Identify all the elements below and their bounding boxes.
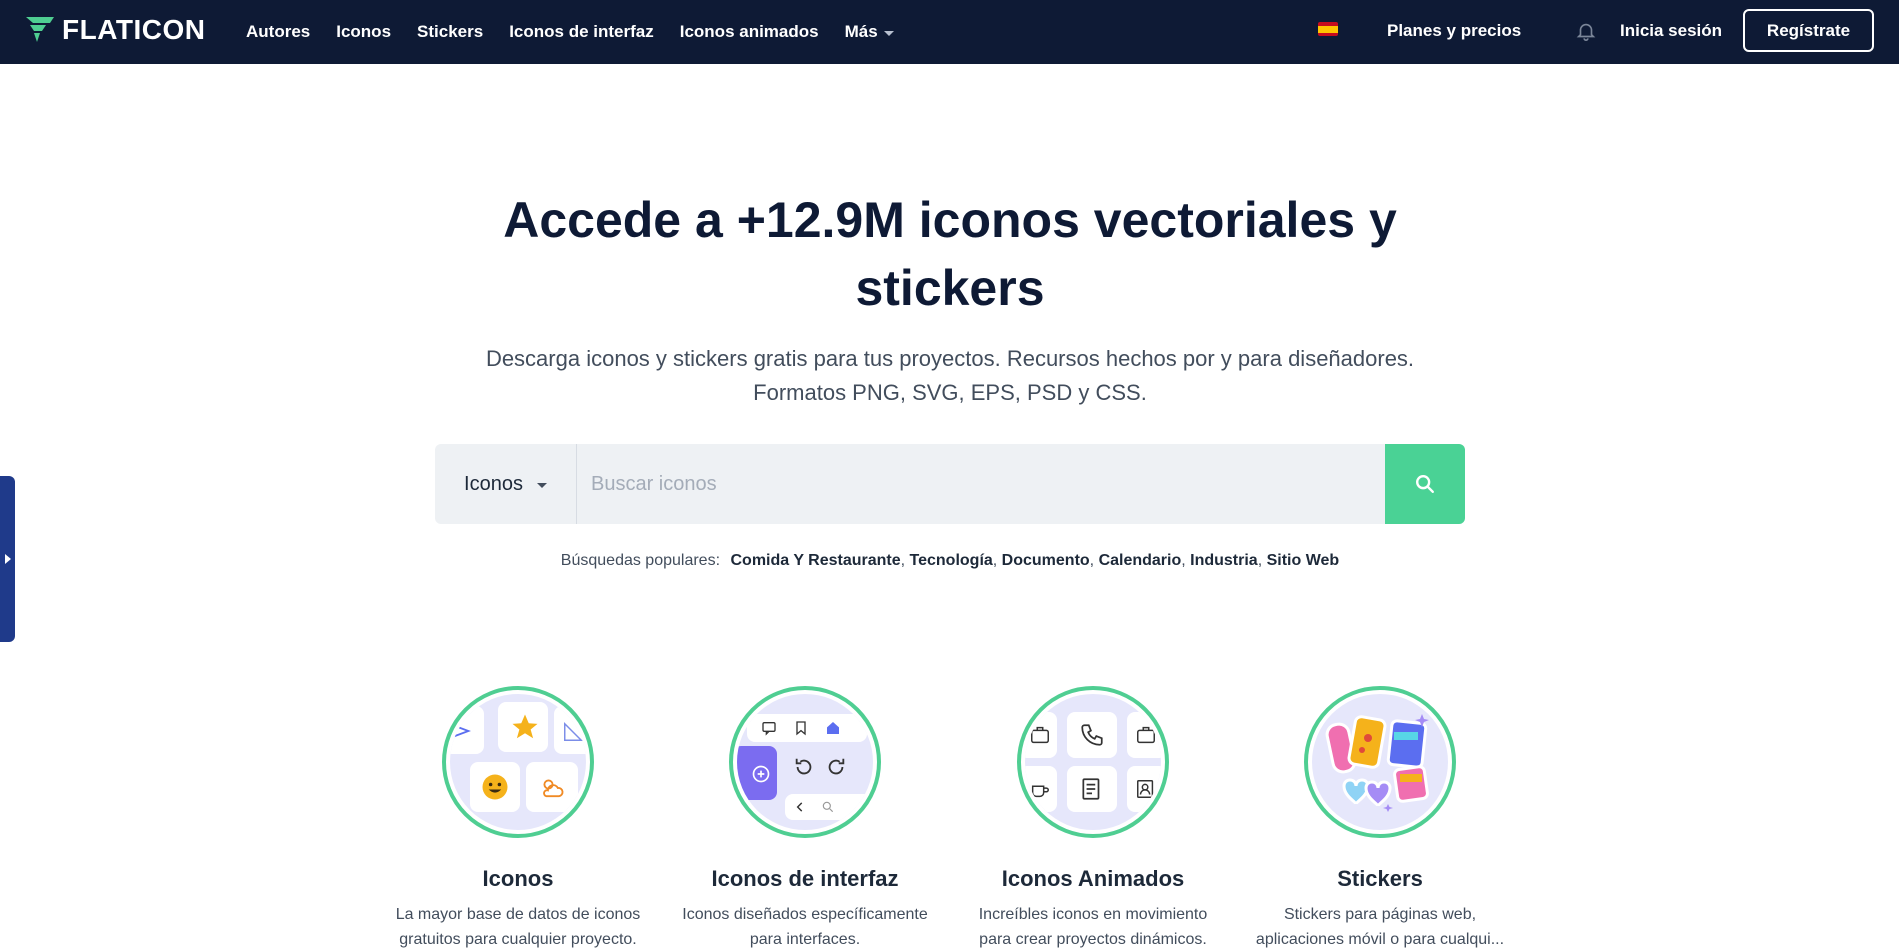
category-stickers-image	[1304, 686, 1456, 838]
category-animados-image	[1017, 686, 1169, 838]
category-desc-line: Iconos diseñados específicamente	[682, 906, 928, 923]
category-card-stickers[interactable]: Stickers Stickers para páginas web, apli…	[1230, 686, 1530, 952]
brand-name: FLATICON	[62, 14, 206, 45]
category-card-iconos-animados[interactable]: Iconos Animados Increíbles iconos en mov…	[943, 686, 1243, 952]
category-card-iconos[interactable]: Iconos La mayor base de datos de iconos …	[368, 686, 668, 952]
smiley-icon	[482, 774, 508, 800]
chat-icon	[762, 722, 776, 736]
add-circle-icon	[752, 765, 770, 783]
category-description: Increíbles iconos en movimiento para cre…	[943, 902, 1243, 952]
search-bar: Iconos	[435, 444, 1465, 524]
nav-mas-dropdown[interactable]: Más	[845, 22, 894, 42]
main-nav: Autores Iconos Stickers Iconos de interf…	[246, 0, 894, 64]
category-desc-line: La mayor base de datos de iconos	[395, 906, 641, 923]
title-line-2: stickers	[855, 260, 1045, 316]
popular-searches: Búsquedas populares: Comida Y Restaurant…	[560, 552, 1340, 569]
search-icon	[822, 801, 834, 813]
category-title: Iconos Animados	[1001, 866, 1185, 891]
chevron-down-icon	[536, 482, 547, 488]
plans-link[interactable]: Planes y precios	[1387, 21, 1521, 41]
popular-searches-label: Búsquedas populares:	[560, 552, 721, 569]
category-interfaz-image	[729, 686, 881, 838]
star-icon	[512, 714, 538, 739]
chevron-right-icon	[4, 554, 11, 564]
side-panel-toggle[interactable]	[0, 476, 15, 642]
briefcase-icon	[1137, 726, 1155, 744]
nav-iconos-interfaz[interactable]: Iconos de interfaz	[509, 22, 654, 42]
category-iconos-image	[442, 686, 594, 838]
category-desc-line: gratuitos para cualquier proyecto.	[399, 931, 637, 948]
search-type-label: Iconos	[464, 472, 523, 495]
flaticon-logo[interactable]: FLATICON	[24, 14, 205, 46]
subtitle-line-1: Descarga iconos y stickers gratis para t…	[485, 346, 1415, 371]
chevron-down-icon	[883, 30, 894, 36]
popular-tag[interactable]: Sitio Web	[1267, 552, 1340, 569]
nav-iconos-animados[interactable]: Iconos animados	[680, 22, 819, 42]
chevron-left-icon	[796, 802, 803, 812]
category-desc-line: Increíbles iconos en movimiento	[978, 906, 1208, 923]
stickers-collage-icon	[1325, 714, 1429, 812]
subtitle-line-2: Formatos PNG, SVG, EPS, PSD y CSS.	[753, 380, 1147, 405]
document-edit-icon	[1082, 778, 1100, 800]
category-desc-line: aplicaciones móvil o para cualqui...	[1255, 931, 1505, 948]
notification-bell-icon[interactable]	[1575, 20, 1597, 42]
spain-flag-icon[interactable]	[1318, 22, 1338, 36]
category-desc-line: para crear proyectos dinámicos.	[979, 931, 1207, 948]
phone-icon	[1081, 724, 1103, 746]
undo-icon	[795, 758, 812, 775]
popular-tag[interactable]: Comida Y Restaurante	[730, 552, 900, 569]
category-title: Iconos	[482, 866, 554, 891]
page-title: Accede a +12.9M iconos vectoriales y sti…	[450, 186, 1450, 322]
home-icon	[827, 722, 839, 734]
category-desc-line: para interfaces.	[749, 931, 861, 948]
category-desc-line: Stickers para páginas web,	[1283, 906, 1477, 923]
nav-iconos[interactable]: Iconos	[336, 22, 391, 42]
ruler-triangle-icon	[564, 721, 584, 741]
category-card-iconos-interfaz[interactable]: Iconos de interfaz Iconos diseñados espe…	[655, 686, 955, 952]
category-description: Stickers para páginas web, aplicaciones …	[1230, 902, 1530, 952]
coffee-cup-icon	[1031, 785, 1049, 798]
title-line-1: Accede a +12.9M iconos vectoriales y	[503, 192, 1397, 248]
search-button[interactable]	[1385, 444, 1465, 524]
popular-tag[interactable]: Calendario	[1099, 552, 1182, 569]
contact-card-icon	[1137, 780, 1154, 798]
page-subtitle: Descarga iconos y stickers gratis para t…	[450, 342, 1450, 410]
category-description: Iconos diseñados específicamente para in…	[655, 902, 955, 952]
search-type-dropdown[interactable]: Iconos	[435, 444, 577, 524]
bookmark-icon	[796, 721, 806, 736]
redo-icon	[828, 758, 845, 775]
search-input[interactable]	[577, 444, 1385, 524]
top-navbar: FLATICON Autores Iconos Stickers Iconos …	[0, 0, 1899, 64]
category-description: La mayor base de datos de iconos gratuit…	[368, 902, 668, 952]
arrow-shape-icon	[453, 724, 471, 738]
cloud-sun-icon	[543, 779, 564, 798]
popular-tag[interactable]: Industria	[1190, 552, 1258, 569]
popular-tag[interactable]: Tecnología	[910, 552, 993, 569]
flaticon-logo-icon	[26, 17, 54, 42]
briefcase-icon	[1031, 726, 1049, 744]
popular-tag[interactable]: Documento	[1002, 552, 1090, 569]
nav-stickers[interactable]: Stickers	[417, 22, 483, 42]
nav-autores[interactable]: Autores	[246, 22, 310, 42]
category-title: Stickers	[1337, 866, 1423, 891]
register-button[interactable]: Regístrate	[1743, 9, 1874, 52]
nav-mas-label: Más	[844, 22, 878, 41]
category-title: Iconos de interfaz	[711, 866, 899, 891]
login-link[interactable]: Inicia sesión	[1620, 21, 1722, 41]
search-icon	[1416, 475, 1434, 493]
